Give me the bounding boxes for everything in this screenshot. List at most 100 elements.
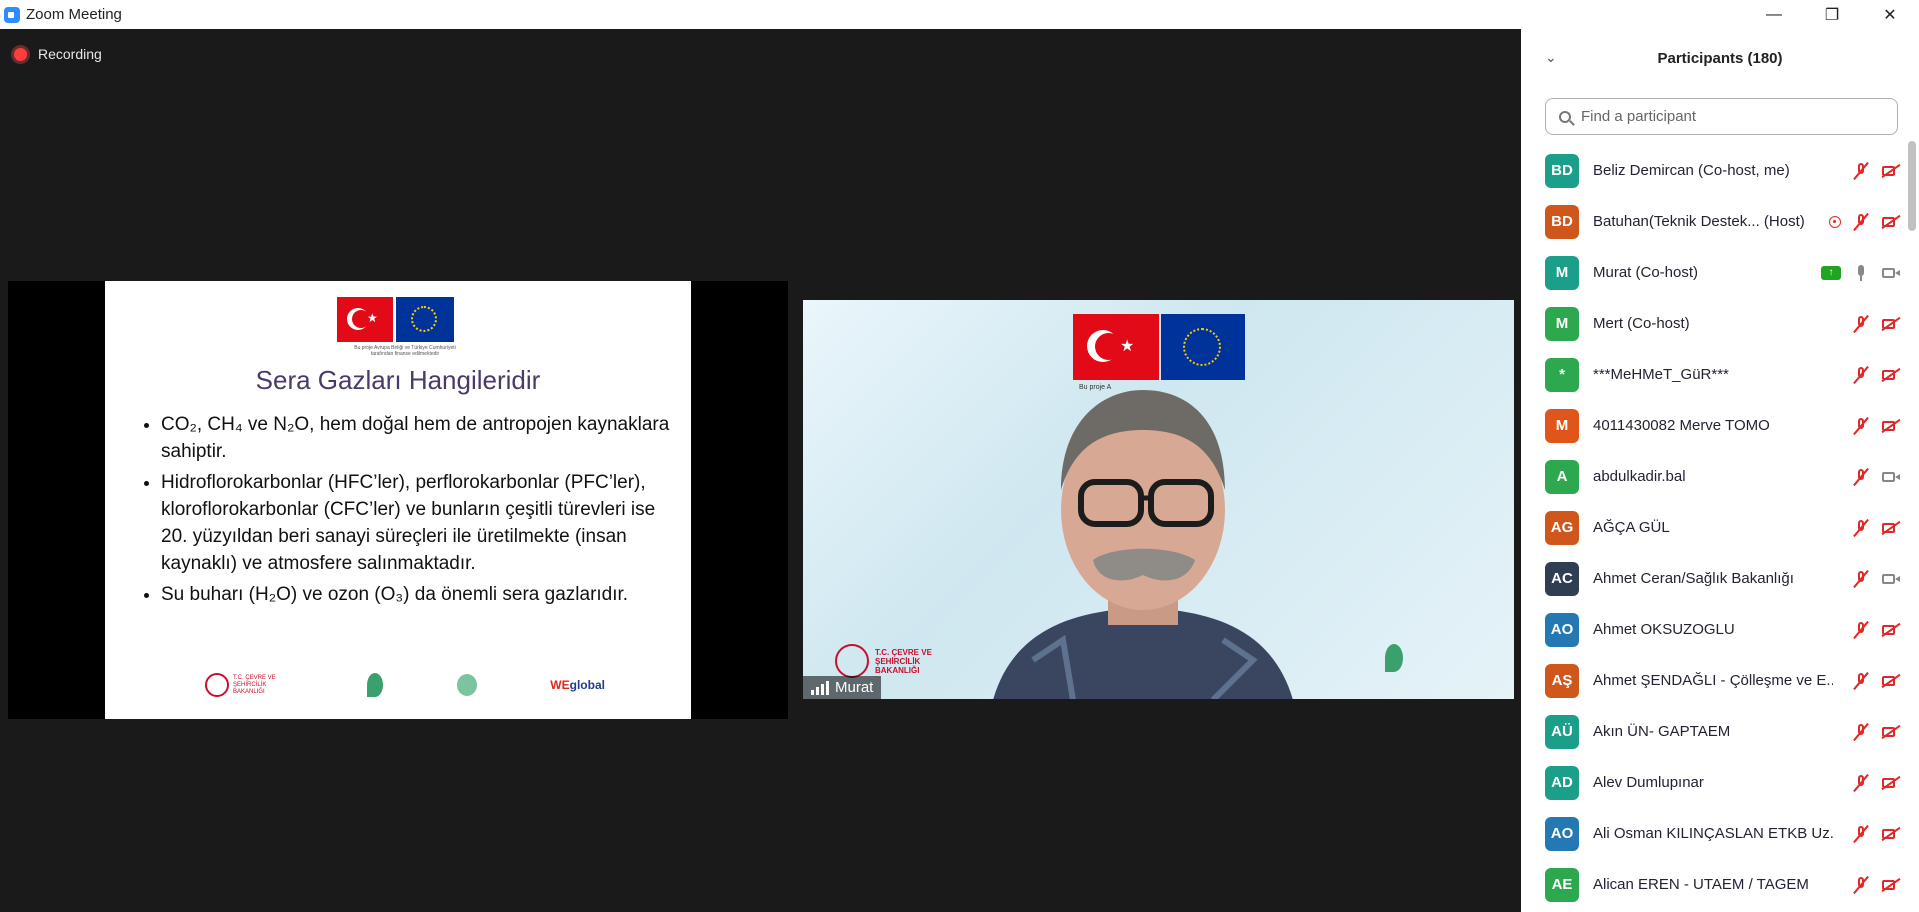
close-button[interactable]: ✕ [1861,0,1919,29]
mic-muted-icon[interactable] [1851,161,1871,181]
mic-muted-icon[interactable] [1851,773,1871,793]
video-off-icon[interactable] [1881,722,1901,742]
participant-status-icons [1851,349,1901,400]
video-leaf-logo [1385,644,1403,672]
participant-row[interactable]: * ***MeHMeT_GüR*** [1521,349,1901,400]
avatar: AC [1545,561,1579,596]
eu-flag-icon [396,297,454,342]
participant-name: ***MeHMeT_GüR*** [1593,366,1729,383]
avatar: AD [1545,765,1579,800]
video-off-icon[interactable] [1881,671,1901,691]
video-off-icon[interactable] [1881,773,1901,793]
search-input[interactable] [1579,107,1883,126]
avatar: AÜ [1545,714,1579,749]
video-icon[interactable] [1881,467,1901,487]
avatar: * [1545,357,1579,392]
participant-name: Ahmet Ceran/Sağlık Bakanlığı [1593,570,1794,587]
minimize-button[interactable]: — [1745,0,1803,29]
ministry-logo-text: T.C. ÇEVRE VE ŞEHİRCİLİK BAKANLIĞI [233,674,276,695]
participant-status-icons [1851,400,1901,451]
leaf-logo-icon [1385,644,1403,672]
signal-strength-icon [811,680,829,695]
participant-status-icons [1851,502,1901,553]
slide-logos: T.C. ÇEVRE VE ŞEHİRCİLİK BAKANLIĞI WEglo… [205,673,605,697]
video-off-icon[interactable] [1881,875,1901,895]
participant-status-icons [1851,859,1901,910]
video-off-icon[interactable] [1881,416,1901,436]
video-off-icon[interactable] [1881,314,1901,334]
mic-muted-icon[interactable] [1851,620,1871,640]
turkey-flag-icon: ★ [337,297,393,342]
video-off-icon[interactable] [1881,518,1901,538]
participant-row[interactable]: M 4011430082 Merve TOMO [1521,400,1901,451]
participant-row[interactable]: AG AĞÇA GÜL [1521,502,1901,553]
participant-search[interactable] [1545,98,1898,135]
recording-label: Recording [38,46,102,62]
screen-share-icon: ↑ [1821,265,1841,280]
mic-muted-icon[interactable] [1851,416,1871,436]
participant-row[interactable]: AÜ Akın ÜN- GAPTAEM [1521,706,1901,757]
participant-row[interactable]: BD Beliz Demircan (Co-host, me) [1521,145,1901,196]
avatar: M [1545,255,1579,290]
scrollbar-thumb[interactable] [1908,141,1916,231]
participant-name: 4011430082 Merve TOMO [1593,417,1770,434]
video-name-tag: Murat [803,676,882,699]
avatar: M [1545,408,1579,443]
mic-muted-icon[interactable] [1851,518,1871,538]
mic-muted-icon[interactable] [1851,314,1871,334]
recording-indicator[interactable]: Recording [14,46,102,62]
title-bar: Zoom Meeting — ❐ ✕ [0,0,1919,29]
window-title: Zoom Meeting [26,6,122,23]
mic-muted-icon[interactable] [1851,824,1871,844]
participant-row[interactable]: AO Ahmet OKSUZOGLU [1521,604,1901,655]
participant-name: AĞÇA GÜL [1593,519,1670,536]
participants-header: ⌄ Participants (180) [1521,29,1919,87]
participant-row[interactable]: AE Alican EREN - UTAEM / TAGEM [1521,859,1901,910]
video-off-icon[interactable] [1881,161,1901,181]
participant-row[interactable]: AD Alev Dumlupınar [1521,757,1901,808]
participant-name: Ahmet OKSUZOGLU [1593,621,1735,638]
mic-muted-icon[interactable] [1851,212,1871,232]
avatar: AG [1545,510,1579,545]
mic-muted-icon[interactable] [1851,875,1871,895]
mic-muted-icon[interactable] [1851,569,1871,589]
mic-muted-icon[interactable] [1851,467,1871,487]
video-off-icon[interactable] [1881,212,1901,232]
mic-muted-icon[interactable] [1851,365,1871,385]
participant-row[interactable]: AC Ahmet Ceran/Sağlık Bakanlığı [1521,553,1901,604]
video-off-icon[interactable] [1881,365,1901,385]
participants-title: Participants (180) [1657,49,1783,67]
avatar: A [1545,459,1579,494]
participant-row[interactable]: AŞ Ahmet ŞENDAĞLI - Çölleşme ve E... [1521,655,1901,706]
video-icon[interactable] [1881,569,1901,589]
participant-row[interactable]: M Murat (Co-host) ↑ [1521,247,1901,298]
mic-muted-icon[interactable] [1851,722,1871,742]
participant-status-icons [1851,757,1901,808]
participant-status-icons [1851,451,1901,502]
participant-row[interactable]: Aabdulkadir.bal [1521,451,1901,502]
participant-name: Ali Osman KILINÇASLAN ETKB Uz... [1593,825,1833,842]
speaker-person-image [993,390,1293,699]
speaker-video[interactable]: ★ Bu proje A T.C. ÇEVRE VE ŞEHİRCİLİK BA… [803,300,1514,699]
video-off-icon[interactable] [1881,620,1901,640]
participant-status-icons [1851,553,1901,604]
restore-button[interactable]: ❐ [1803,0,1861,29]
slide-bullet: Hidroflorokarbonlar (HFC’ler), perflorok… [161,469,681,577]
mic-muted-icon[interactable] [1851,671,1871,691]
chevron-down-icon[interactable]: ⌄ [1545,49,1557,66]
avatar: BD [1545,153,1579,188]
participant-row[interactable]: M Mert (Co-host) [1521,298,1901,349]
video-off-icon[interactable] [1881,824,1901,844]
participant-list: BD Beliz Demircan (Co-host, me) BD Batuhan(… [1521,145,1901,910]
participant-name: Batuhan(Teknik Destek... (Host) [1593,213,1805,230]
video-ministry-logo-text: T.C. ÇEVRE VE ŞEHİRCİLİK BAKANLIĞI [875,647,932,675]
video-icon[interactable] [1881,263,1901,283]
participant-row[interactable]: AO Ali Osman KILINÇASLAN ETKB Uz... [1521,808,1901,859]
participant-name: Alican EREN - UTAEM / TAGEM [1593,876,1809,893]
participant-name: Akın ÜN- GAPTAEM [1593,723,1731,740]
window-controls: — ❐ ✕ [1745,0,1919,29]
slide: ★ Bu proje Avrupa Birliği ve Türkiye Cum… [105,281,691,719]
participant-row[interactable]: BD Batuhan(Teknik Destek... (Host) [1521,196,1901,247]
microphone-icon[interactable] [1851,263,1871,283]
screen-share-view[interactable]: ★ Bu proje Avrupa Birliği ve Türkiye Cum… [8,281,788,719]
